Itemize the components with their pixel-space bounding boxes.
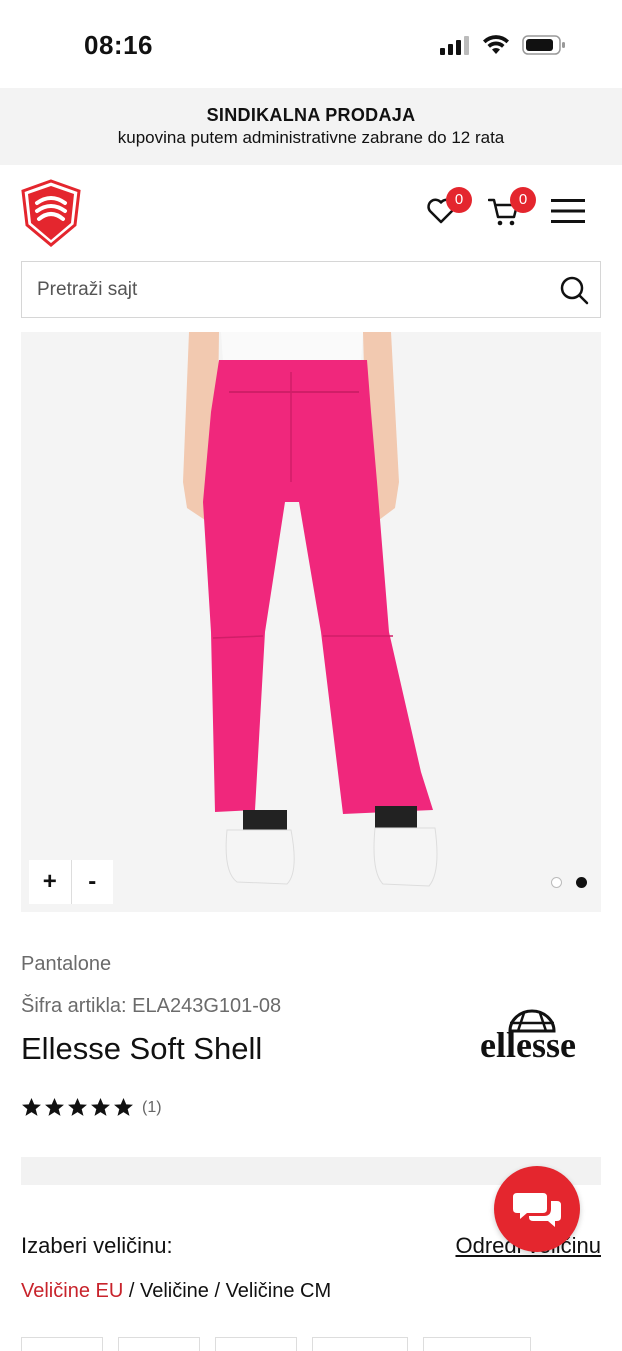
- star-icon: [68, 1098, 87, 1116]
- promo-banner: SINDIKALNA PRODAJA kupovina putem admini…: [0, 88, 622, 165]
- size-options: [21, 1337, 531, 1351]
- wifi-icon: [483, 35, 509, 54]
- size-system-eu[interactable]: Veličine EU: [21, 1280, 123, 1302]
- product-image: [183, 332, 438, 887]
- size-option[interactable]: [118, 1337, 200, 1351]
- battery-icon: [522, 35, 565, 55]
- cart-button[interactable]: 0: [487, 187, 536, 232]
- signal-icon: [440, 36, 469, 55]
- size-option[interactable]: [21, 1337, 103, 1351]
- size-system-cm[interactable]: Veličine CM: [226, 1280, 332, 1302]
- promo-subtitle: kupovina putem administrativne zabrane d…: [117, 128, 505, 147]
- status-icons: [440, 34, 566, 56]
- gallery-dot-2[interactable]: [576, 877, 587, 888]
- store-logo[interactable]: [21, 179, 81, 247]
- gallery-pagination: [551, 877, 587, 888]
- product-category[interactable]: Pantalone: [21, 953, 111, 976]
- product-rating[interactable]: (1): [21, 1097, 162, 1118]
- size-option[interactable]: [423, 1337, 531, 1351]
- zoom-out-button[interactable]: -: [70, 860, 114, 904]
- chat-bubbles-icon: [513, 1193, 561, 1227]
- brand-wordmark: ellesse: [480, 1025, 576, 1061]
- star-icon: [45, 1098, 64, 1116]
- size-system-separator: /: [123, 1280, 140, 1302]
- chat-button[interactable]: [494, 1166, 580, 1252]
- promo-title: SINDIKALNA PRODAJA: [206, 105, 416, 125]
- status-bar: 08:16: [0, 0, 622, 88]
- site-header: 0 0: [0, 165, 622, 260]
- status-time: 08:16: [84, 30, 153, 60]
- rating-count: (1): [142, 1098, 162, 1116]
- menu-button[interactable]: [550, 197, 586, 230]
- size-system-separator: /: [208, 1280, 226, 1302]
- zoom-controls: + -: [29, 860, 113, 904]
- wishlist-button[interactable]: 0: [426, 187, 472, 230]
- search-icon[interactable]: [559, 275, 589, 305]
- hamburger-icon: [551, 199, 585, 223]
- product-title: Ellesse Soft Shell: [21, 1031, 263, 1066]
- size-system-tabs: Veličine EU / Veličine / Veličine CM: [21, 1280, 331, 1303]
- gallery-dot-1[interactable]: [551, 877, 562, 888]
- product-sku: Šifra artikla: ELA243G101-08: [21, 995, 282, 1017]
- size-system-generic[interactable]: Veličine: [140, 1280, 209, 1302]
- product-image-gallery[interactable]: + -: [21, 332, 601, 912]
- brand-logo[interactable]: ellesse: [460, 1005, 596, 1061]
- zoom-in-button[interactable]: +: [29, 860, 71, 904]
- size-option[interactable]: [312, 1337, 408, 1351]
- wishlist-count-badge: 0: [446, 187, 472, 213]
- search-bar: [21, 261, 601, 318]
- search-input[interactable]: [37, 278, 517, 301]
- size-select-label: Izaberi veličinu:: [21, 1233, 173, 1258]
- star-icon: [22, 1098, 41, 1116]
- star-icon: [91, 1098, 110, 1116]
- cart-count-badge: 0: [510, 187, 536, 213]
- size-option[interactable]: [215, 1337, 297, 1351]
- star-icon: [114, 1098, 133, 1116]
